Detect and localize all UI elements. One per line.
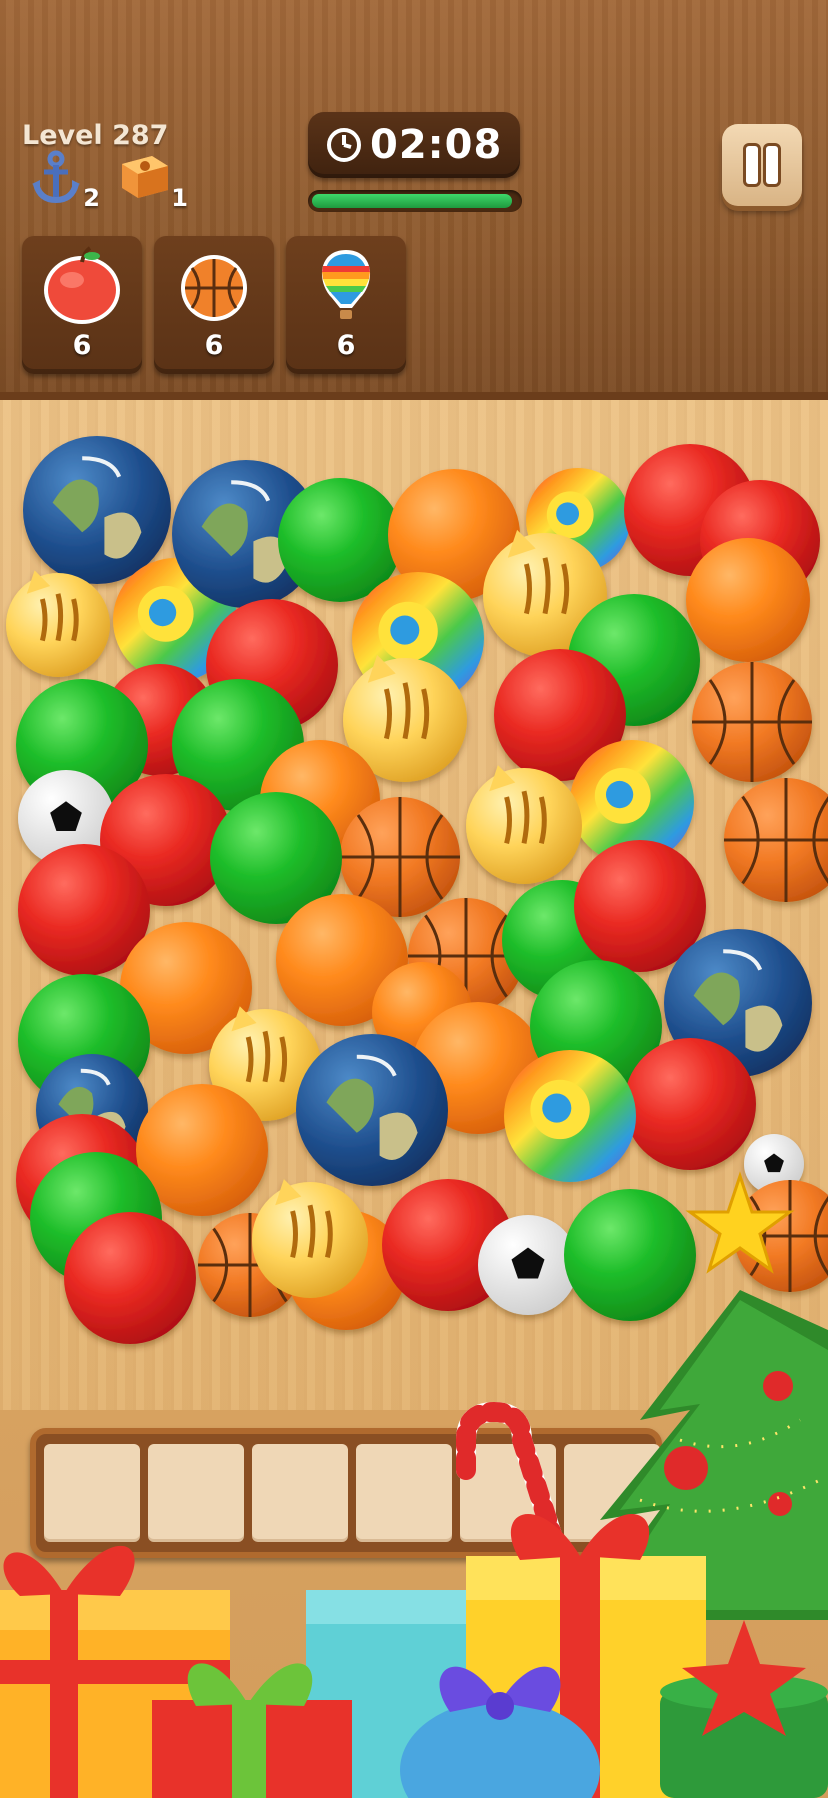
holiday-decoration — [0, 1171, 828, 1798]
game-screen: Level 287 2 1 02:08 6 6 6 — [0, 0, 828, 1798]
